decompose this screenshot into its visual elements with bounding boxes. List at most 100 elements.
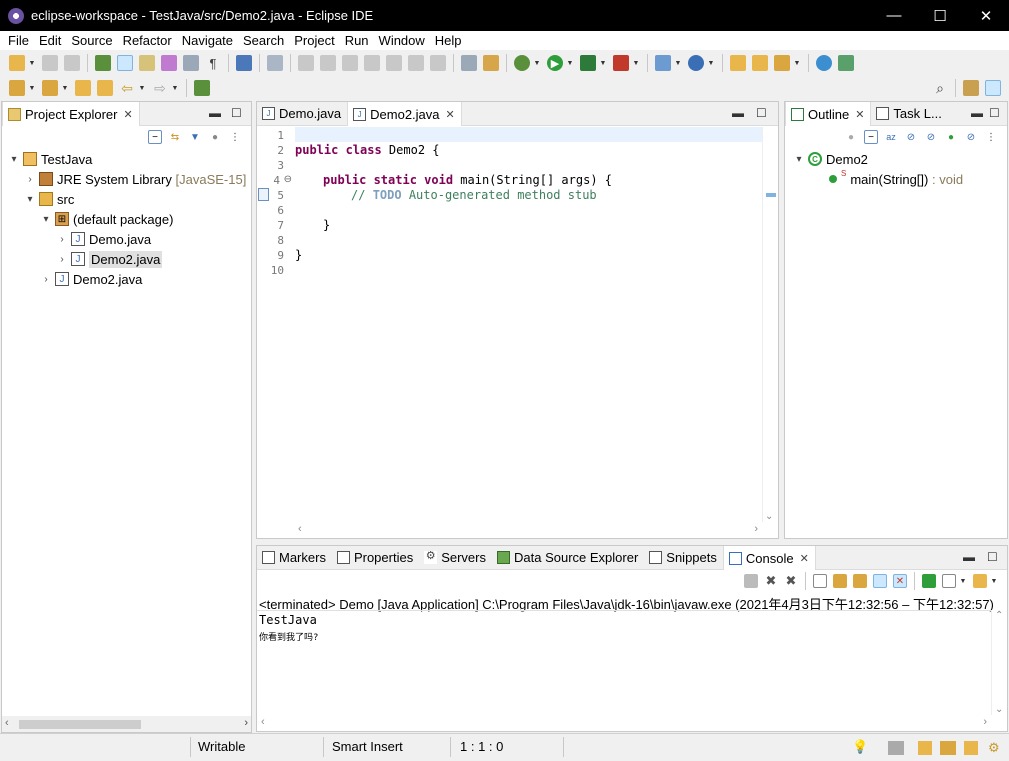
- view-menu-icon[interactable]: ⋮: [984, 130, 998, 144]
- hide-non-public-icon[interactable]: ●: [944, 130, 958, 144]
- open-type-icon[interactable]: [730, 55, 746, 71]
- external-tools-dropdown-icon[interactable]: ▼: [632, 60, 640, 67]
- display-selected-console-icon[interactable]: [942, 574, 956, 588]
- editor-horizontal-scrollbar[interactable]: ‹ ›: [294, 522, 762, 538]
- search-menu-dropdown-icon[interactable]: ▼: [793, 60, 801, 67]
- tab-markers[interactable]: Markers: [257, 546, 332, 569]
- maximize-button[interactable]: ☐: [917, 0, 963, 31]
- new-java-class-dropdown-icon[interactable]: ▼: [707, 60, 715, 67]
- menu-window[interactable]: Window: [374, 31, 430, 50]
- expand-toggle-icon[interactable]: ▾: [793, 154, 805, 165]
- pin-editor-icon[interactable]: [194, 80, 210, 96]
- save-icon[interactable]: [42, 55, 58, 71]
- close-button[interactable]: ✕: [963, 0, 1009, 31]
- close-tab-icon[interactable]: ✕: [855, 108, 864, 121]
- use-step-filters-icon[interactable]: [461, 55, 477, 71]
- menu-help[interactable]: Help: [430, 31, 467, 50]
- tab-demo2-java[interactable]: J Demo2.java ✕: [347, 102, 462, 126]
- word-wrap-icon[interactable]: [853, 574, 867, 588]
- close-tab-icon[interactable]: ✕: [446, 108, 455, 121]
- close-tab-icon[interactable]: ✕: [123, 108, 132, 121]
- tree-item-default-package[interactable]: ▾ ⊞ (default package): [40, 209, 173, 229]
- link-with-editor-icon[interactable]: ⇆: [168, 130, 182, 144]
- scroll-left-icon[interactable]: ‹: [5, 717, 9, 729]
- tree-item-jre-library[interactable]: › JRE System Library [JavaSE-15]: [24, 169, 246, 189]
- new-dropdown-icon[interactable]: ▼: [28, 60, 36, 67]
- toggle-breadcrumb-icon[interactable]: [95, 55, 111, 71]
- scrollbar-thumb[interactable]: [19, 720, 141, 729]
- back-dropdown-icon[interactable]: ▼: [138, 85, 146, 92]
- scroll-lock-icon[interactable]: [833, 574, 847, 588]
- filter-icon[interactable]: ▼: [188, 130, 202, 144]
- search-icon[interactable]: ⌕: [932, 80, 948, 96]
- search-dropdown-icon[interactable]: [774, 55, 790, 71]
- open-console-icon[interactable]: [973, 574, 987, 588]
- coverage-dropdown-icon[interactable]: ▼: [599, 60, 607, 67]
- tab-snippets[interactable]: Snippets: [644, 546, 723, 569]
- run-dropdown-icon[interactable]: ▼: [566, 60, 574, 67]
- minimize-view-icon[interactable]: ▬: [209, 106, 221, 120]
- menu-source[interactable]: Source: [66, 31, 117, 50]
- sort-icon[interactable]: az: [884, 130, 898, 144]
- hide-static-icon[interactable]: ⊘: [924, 130, 938, 144]
- new-java-project-dropdown-icon[interactable]: ▼: [674, 60, 682, 67]
- maximize-view-icon[interactable]: ☐: [989, 106, 1000, 120]
- expand-toggle-icon[interactable]: ▾: [8, 154, 20, 165]
- menu-edit[interactable]: Edit: [34, 31, 66, 50]
- open-console-dropdown-icon[interactable]: ▼: [990, 578, 998, 585]
- tree-item-demo2-java[interactable]: › J Demo2.java: [40, 269, 142, 289]
- fold-marker-icon[interactable]: ⊖: [284, 174, 292, 185]
- tab-console[interactable]: Console ✕: [722, 546, 816, 570]
- outline-item-demo2[interactable]: ▾ C Demo2: [793, 149, 867, 169]
- pilcrow-icon[interactable]: ¶: [205, 55, 221, 71]
- tab-demo-java[interactable]: J Demo.java: [257, 102, 347, 125]
- view-menu-icon[interactable]: ⋮: [228, 130, 242, 144]
- minimize-view-icon[interactable]: ▬: [971, 106, 983, 120]
- code-area[interactable]: public class Demo2 { public static void …: [295, 127, 762, 522]
- menu-run[interactable]: Run: [340, 31, 374, 50]
- remove-all-terminated-icon[interactable]: ✖: [784, 573, 798, 588]
- tab-data-source-explorer[interactable]: Data Source Explorer: [492, 546, 644, 569]
- collapse-all-icon[interactable]: −: [864, 130, 878, 144]
- scroll-right-icon[interactable]: ›: [983, 716, 987, 728]
- maximize-view-icon[interactable]: ☐: [231, 106, 242, 120]
- back-icon[interactable]: [97, 80, 113, 96]
- show-on-stderr-icon[interactable]: ✕: [893, 574, 907, 588]
- tab-task-list[interactable]: Task L...: [871, 102, 947, 125]
- book-icon[interactable]: [918, 741, 932, 755]
- forward-arrow-icon[interactable]: ⇨: [152, 80, 168, 96]
- horizontal-scrollbar[interactable]: ‹ ›: [2, 716, 251, 732]
- display-console-dropdown-icon[interactable]: ▼: [959, 578, 967, 585]
- mark-occurrences-icon[interactable]: [117, 55, 133, 71]
- tab-servers[interactable]: ⚙ Servers: [419, 546, 492, 569]
- task-overview-marker[interactable]: [766, 193, 776, 197]
- step-into-icon[interactable]: [386, 55, 402, 71]
- external-tools-icon[interactable]: [613, 55, 629, 71]
- collapse-all-icon[interactable]: −: [148, 130, 162, 144]
- open-type-hierarchy-icon[interactable]: [483, 55, 499, 71]
- task-marker-icon[interactable]: [258, 188, 269, 201]
- scroll-down-icon[interactable]: ⌄: [995, 704, 1003, 715]
- block-selection-icon[interactable]: [139, 55, 155, 71]
- tree-item-demo-java[interactable]: › J Demo.java: [56, 229, 151, 249]
- word-wrap-icon[interactable]: [161, 55, 177, 71]
- menu-refactor[interactable]: Refactor: [118, 31, 177, 50]
- new-icon[interactable]: [9, 55, 25, 71]
- lightbulb-icon[interactable]: 💡: [852, 739, 868, 755]
- maximize-view-icon[interactable]: ☐: [987, 550, 998, 564]
- globe-icon[interactable]: [816, 55, 832, 71]
- clear-console-icon[interactable]: [813, 574, 827, 588]
- open-task-icon[interactable]: [752, 55, 768, 71]
- scroll-left-icon[interactable]: ‹: [261, 716, 265, 728]
- menu-file[interactable]: File: [3, 31, 34, 50]
- focus-icon[interactable]: ●: [208, 130, 222, 144]
- resume-icon[interactable]: [298, 55, 314, 71]
- tree-item-src[interactable]: ▾ src: [24, 189, 74, 209]
- expand-toggle-icon[interactable]: ›: [40, 274, 52, 285]
- save-all-icon[interactable]: [64, 55, 80, 71]
- minimize-button[interactable]: —: [871, 0, 917, 31]
- scroll-up-icon[interactable]: ⌃: [995, 610, 1003, 621]
- hide-local-types-icon[interactable]: ⊘: [964, 130, 978, 144]
- scroll-right-icon[interactable]: ›: [244, 717, 248, 729]
- new-java-class-icon[interactable]: [688, 55, 704, 71]
